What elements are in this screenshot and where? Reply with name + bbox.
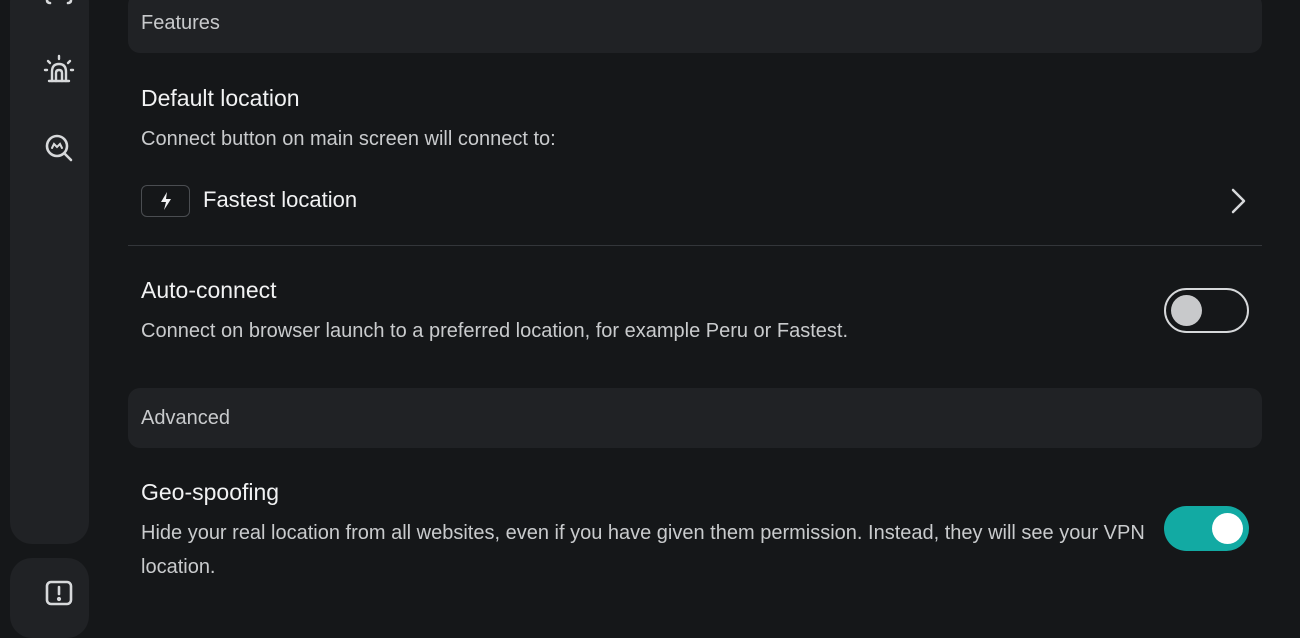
chevron-right-icon <box>1231 188 1246 214</box>
settings-panel: Features Default location Connect button… <box>128 0 1262 600</box>
default-location-description: Connect button on main screen will conne… <box>141 128 556 150</box>
section-header-features: Features <box>128 0 1262 53</box>
feedback-icon[interactable] <box>39 574 79 614</box>
auto-connect-toggle[interactable] <box>1164 288 1249 333</box>
sidebar-bottom <box>10 558 89 638</box>
bolt-icon <box>141 185 190 217</box>
alarm-icon[interactable] <box>39 50 79 90</box>
toggle-knob <box>1212 513 1243 544</box>
default-location-selector[interactable]: Fastest location <box>128 170 1262 232</box>
default-location-title: Default location <box>141 85 300 111</box>
geo-spoofing-description: Hide your real location from all website… <box>141 522 1145 578</box>
auto-connect-description: Connect on browser launch to a preferred… <box>141 320 849 342</box>
toggle-knob <box>1171 295 1202 326</box>
default-location-value: Fastest location <box>203 187 358 212</box>
divider <box>128 245 1262 246</box>
search-icon[interactable] <box>39 128 79 168</box>
section-header-advanced: Advanced <box>128 388 1262 448</box>
sidebar <box>10 0 89 544</box>
braces-icon[interactable] <box>39 0 79 20</box>
auto-connect-title: Auto-connect <box>141 277 277 303</box>
geo-spoofing-toggle[interactable] <box>1164 506 1249 551</box>
geo-spoofing-title: Geo-spoofing <box>141 479 280 505</box>
